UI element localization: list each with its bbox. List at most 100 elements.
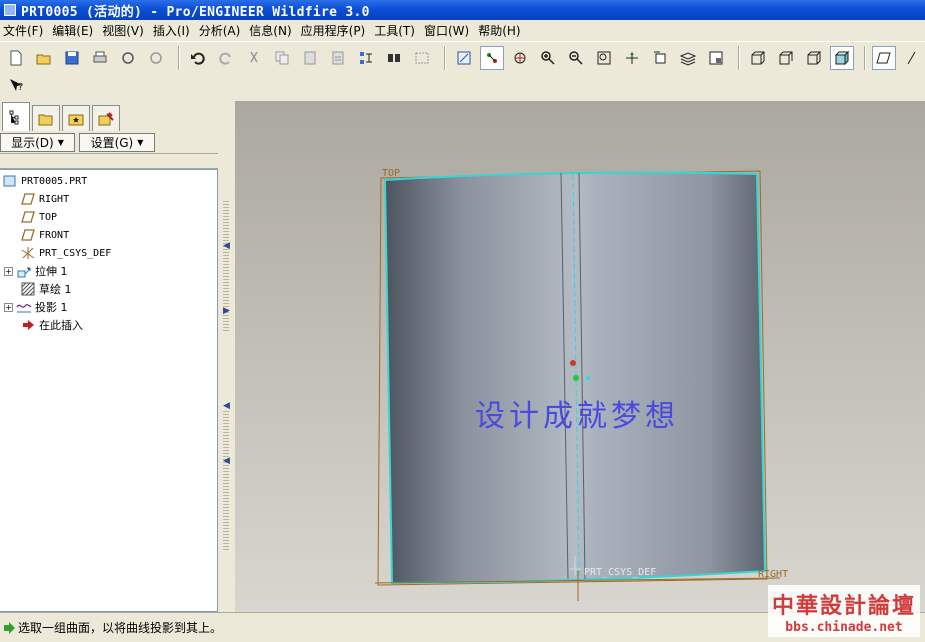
forum-watermark-logo: 中華設計論壇 bbs.chinade.net [768,585,920,637]
zoom-out-icon[interactable] [564,46,588,70]
secondary-toolbar: ? [0,73,925,99]
copy-icon[interactable] [270,46,294,70]
zoom-in-icon[interactable] [536,46,560,70]
tree-item-right[interactable]: RIGHT [20,190,69,208]
menu-bar: 文件(F) 编辑(E) 视图(V) 插入(I) 分析(A) 信息(N) 应用程序… [0,20,925,42]
select-box-icon[interactable] [410,46,434,70]
settings-dropdown[interactable]: 设置(G) ▼ [79,132,155,152]
app-icon [4,4,16,16]
show-dropdown[interactable]: 显示(D) ▼ [0,132,75,152]
no-hidden-icon[interactable] [802,46,826,70]
datum-plane-icon [20,228,36,242]
tree-item-insert-here[interactable]: 在此插入 [20,316,83,334]
part-icon [2,174,18,188]
layers-icon[interactable] [676,46,700,70]
menu-edit[interactable]: 编辑(E) [52,22,101,39]
sketch-icon [20,282,36,296]
projection-icon [16,300,32,314]
expand-right-icon[interactable]: ▶ [223,306,230,316]
send-mail-icon[interactable] [116,46,140,70]
tree-item-extrude[interactable]: + 拉伸 1 [4,262,68,280]
csys-icon [20,246,36,260]
toolbar-separator [864,46,866,70]
datum-point[interactable] [570,360,576,366]
menu-window[interactable]: 窗口(W) [424,22,477,39]
model-tree-filter-bar[interactable] [0,153,218,169]
folder-browser-tab[interactable] [32,105,60,131]
model-tree: PRT0005.PRT RIGHT TOP FRONT PRT_CSYS_DEF… [0,169,218,612]
status-message: 选取一组曲面，以将曲线投影到其上。 [18,621,223,635]
datum-label-csys: PRT_CSYS_DEF [584,567,656,578]
menu-view[interactable]: 视图(V) [102,22,152,39]
print-icon[interactable] [88,46,112,70]
tree-item-top[interactable]: TOP [20,208,57,226]
tree-item-label: PRT_CSYS_DEF [39,247,112,259]
paste-icon[interactable] [298,46,322,70]
send-mail-alt-icon[interactable] [144,46,168,70]
datum-plane-icon[interactable] [872,46,896,70]
expand-icon[interactable]: + [4,266,13,276]
hidden-line-icon[interactable] [774,46,798,70]
paste-special-icon[interactable] [326,46,350,70]
menu-tools[interactable]: 工具(T) [374,22,423,39]
menu-insert[interactable]: 插入(I) [153,22,198,39]
svg-text:?: ? [18,82,23,93]
find-icon[interactable] [382,46,406,70]
datum-point[interactable] [573,375,579,381]
saved-views-icon[interactable] [648,46,672,70]
model-tree-tab[interactable] [2,102,30,131]
collapse-left-icon[interactable]: ◀ [223,401,230,411]
chevron-down-icon: ▼ [57,137,64,147]
spin-center-icon[interactable] [480,46,504,70]
shading-icon[interactable] [830,46,854,70]
graphics-window[interactable]: TOP RIGHT PRT_CSYS_DEF 设计成就梦想 [235,101,925,612]
redo-icon[interactable] [214,46,238,70]
tree-item-label: TOP [39,211,58,223]
wireframe-icon[interactable] [746,46,770,70]
tree-item-root[interactable]: PRT0005.PRT [2,172,87,190]
menu-applications[interactable]: 应用程序(P) [301,22,374,39]
orient-icon[interactable] [508,46,532,70]
regenerate-icon[interactable] [354,46,378,70]
datum-label-top: TOP [382,168,400,179]
open-icon[interactable] [32,46,56,70]
menu-file[interactable]: 文件(F) [3,22,51,39]
menu-info[interactable]: 信息(N) [249,22,299,39]
tree-item-label: 拉伸 1 [35,265,68,278]
settings-dropdown-label: 设置(G) [90,135,134,150]
refit-icon[interactable] [592,46,616,70]
datum-axis-icon[interactable] [900,46,924,70]
window-title: PRT0005 (活动的) - Pro/ENGINEER Wildfire 3.… [21,4,370,20]
tree-item-csys[interactable]: PRT_CSYS_DEF [20,244,111,262]
expand-icon[interactable]: + [4,302,13,312]
main-toolbar [0,43,925,73]
view-manager-icon[interactable] [704,46,728,70]
menu-help[interactable]: 帮助(H) [478,22,528,39]
datum-plane-icon [20,192,36,206]
tree-item-front[interactable]: FRONT [20,226,69,244]
menu-analysis[interactable]: 分析(A) [199,22,249,39]
datum-plane-icon [20,210,36,224]
collapse-left-icon[interactable]: ◀ [223,241,230,251]
insert-here-icon [20,318,36,332]
toolbar-separator [444,46,446,70]
reorient-icon[interactable] [620,46,644,70]
cut-icon[interactable] [242,46,266,70]
model-tree-controls: 显示(D) ▼ 设置(G) ▼ [0,131,218,153]
repaint-icon[interactable] [452,46,476,70]
favorites-tab[interactable] [62,105,90,131]
datum-label-right: RIGHT [758,569,788,580]
undo-icon[interactable] [186,46,210,70]
tree-item-sketch[interactable]: 草绘 1 [20,280,72,298]
datum-point[interactable] [586,376,590,380]
save-icon[interactable] [60,46,84,70]
tree-item-projection[interactable]: + 投影 1 [4,298,68,316]
panel-splitter[interactable]: ◀ ▶ ◀ ◀ [219,101,235,612]
new-icon[interactable] [4,46,28,70]
extrude-icon [16,264,32,278]
collapse-left-icon[interactable]: ◀ [223,456,230,466]
connections-tab[interactable] [92,105,120,131]
tree-item-label: FRONT [39,229,70,241]
watermark-url: bbs.chinade.net [785,619,903,635]
context-help-icon[interactable]: ? [4,74,28,98]
